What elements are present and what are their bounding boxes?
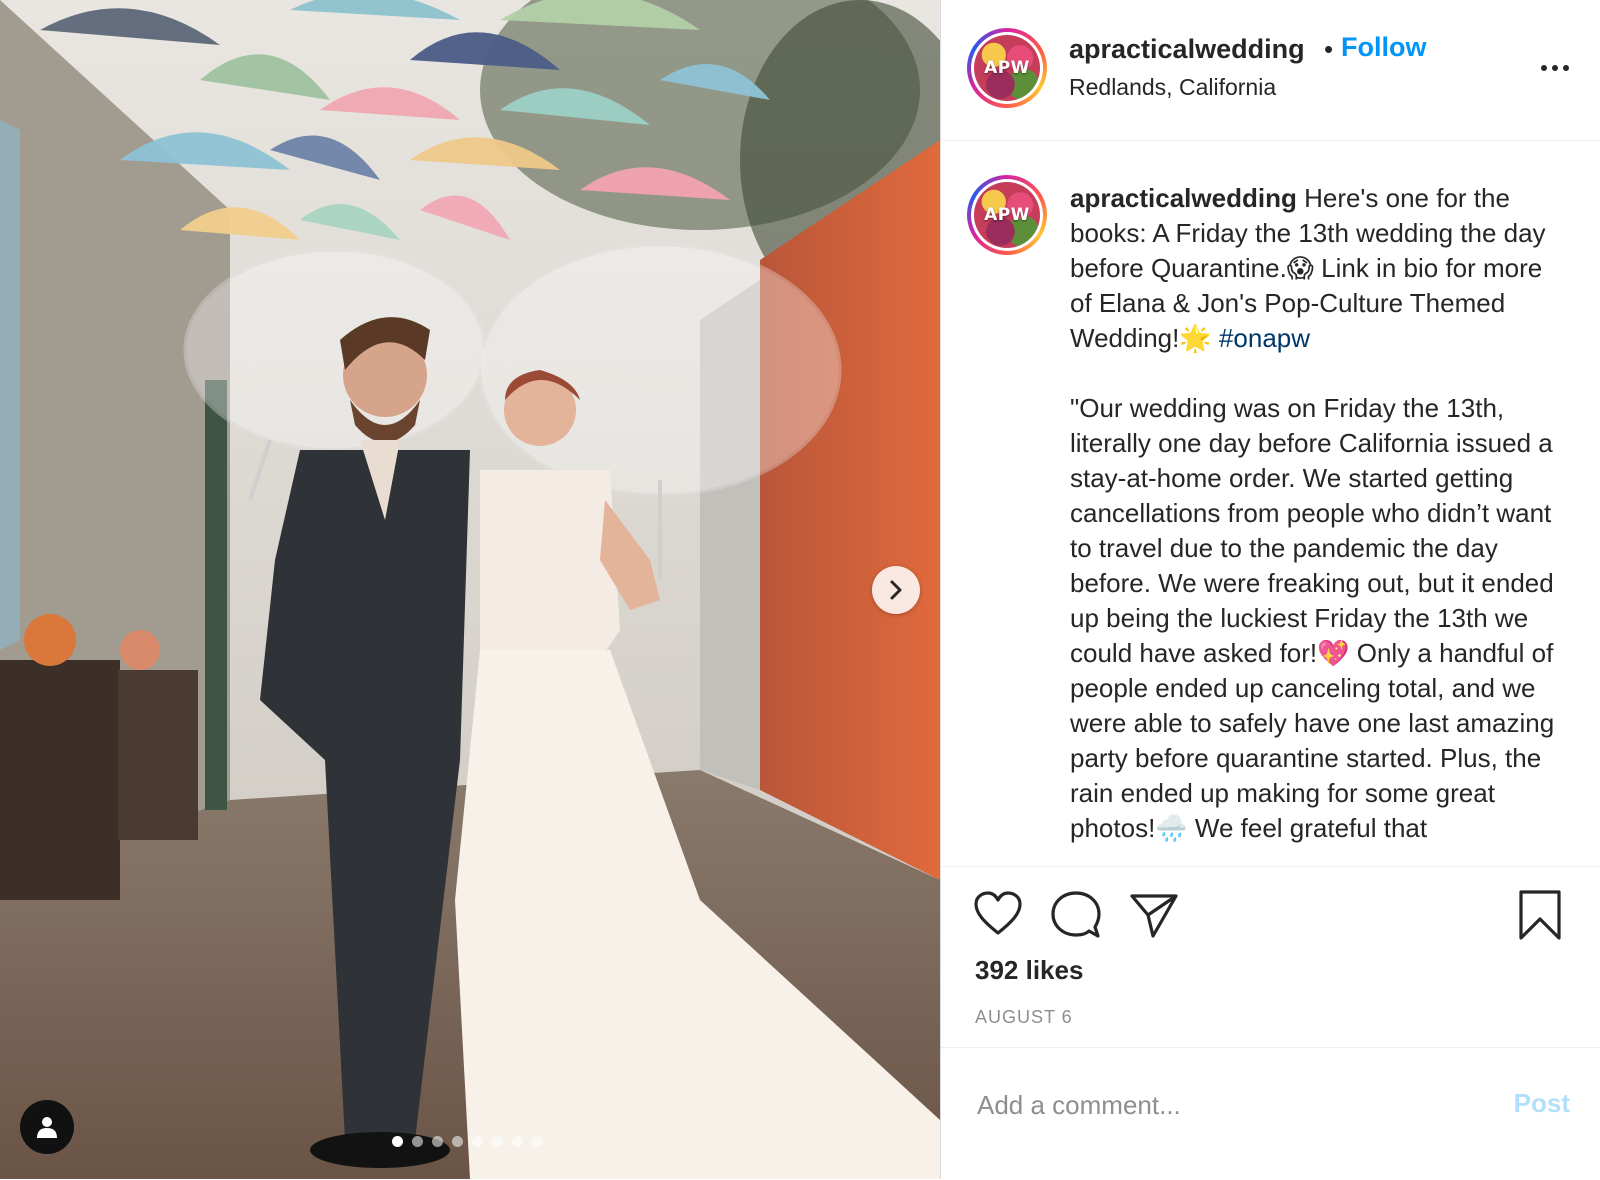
carousel-dot [492,1136,503,1147]
user-tag-icon [37,1117,57,1138]
post-comment-button[interactable]: Post [1514,1088,1570,1119]
hashtag-link[interactable]: #onapw [1219,323,1310,353]
next-slide-button[interactable] [872,566,920,614]
caption-text: apracticalwedding Here's one for the boo… [1070,181,1570,846]
post-media[interactable] [0,0,940,1179]
carousel-dot [452,1136,463,1147]
follow-button[interactable]: Follow [1341,32,1426,63]
more-options-icon[interactable] [1538,58,1572,78]
caption-scroll-area[interactable]: APW apracticalwedding Here's one for the… [941,141,1600,865]
wedding-photo [0,0,940,1179]
instagram-post: APW apracticalwedding • Follow Redlands,… [0,0,1600,1179]
save-button[interactable] [1517,889,1563,946]
chevron-right-icon [890,580,902,600]
caption-avatar[interactable]: APW [967,175,1047,255]
carousel-dot [512,1136,523,1147]
post-header: APW apracticalwedding • Follow Redlands,… [941,0,1600,141]
heart-icon [974,891,1022,935]
profile-avatar[interactable]: APW [967,28,1047,108]
carousel-dot [532,1136,543,1147]
post-location[interactable]: Redlands, California [1069,74,1276,101]
bookmark-icon [1519,890,1561,940]
caption-username[interactable]: apracticalwedding [1070,183,1297,213]
post-panel: APW apracticalwedding • Follow Redlands,… [940,0,1600,1179]
share-button[interactable] [1129,893,1179,944]
caption-avatar-logo-text: APW [984,205,1030,225]
likes-count[interactable]: 392 likes [975,955,1083,986]
comment-button[interactable] [1051,891,1101,944]
carousel-dot [392,1136,403,1147]
comment-input[interactable] [975,1084,1479,1126]
tagged-users-button[interactable] [20,1100,74,1154]
send-icon [1130,894,1178,938]
separator-dot: • [1324,34,1334,64]
comment-icon [1051,891,1101,938]
carousel-indicator [392,1136,543,1147]
avatar-logo-text: APW [984,58,1030,78]
carousel-dot [472,1136,483,1147]
like-button[interactable] [973,891,1023,942]
comment-bar: Post [941,1047,1600,1180]
post-date: AUGUST 6 [975,1007,1073,1027]
post-username[interactable]: apracticalwedding [1069,34,1305,65]
action-bar: 392 likes AUGUST 6 [941,866,1600,1047]
carousel-dot [432,1136,443,1147]
caption-quote: "Our wedding was on Friday the 13th, lit… [1070,393,1555,843]
carousel-dot [412,1136,423,1147]
